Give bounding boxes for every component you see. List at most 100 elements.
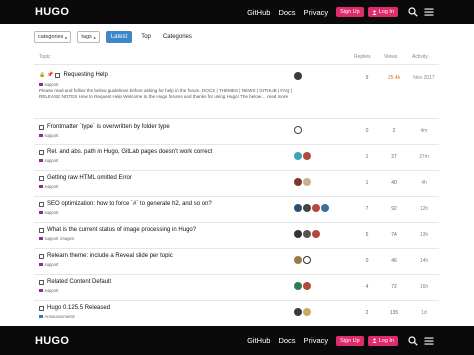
signup-button[interactable]: Sign Up — [336, 7, 364, 17]
checkbox-icon — [39, 279, 44, 285]
topic-category[interactable]: support — [39, 133, 58, 138]
topic-category[interactable]: support — [39, 184, 58, 189]
activity-time[interactable]: 13h — [412, 232, 436, 238]
topic-title-text[interactable]: Getting raw HTML omitted Error — [47, 175, 132, 181]
topic-title-text[interactable]: Frontmatter `type` is overwritten by fol… — [47, 124, 170, 130]
topic-title-text[interactable]: SEO optimization: how to force `#` to ge… — [47, 201, 212, 207]
avatar[interactable] — [303, 204, 311, 212]
checkbox-icon — [39, 124, 44, 130]
site-header-bottom: HUGO GitHub Docs Privacy Sign Up Log In — [0, 326, 474, 355]
topic-category[interactable]: support — [39, 262, 58, 267]
category-color-icon — [39, 262, 43, 267]
signup-button[interactable]: Sign Up — [336, 335, 364, 346]
activity-time[interactable]: 16h — [412, 284, 436, 290]
tag-label[interactable]: images — [60, 236, 74, 241]
topic-title-text[interactable]: Related Content Default — [47, 279, 111, 285]
row-divider — [34, 170, 439, 171]
category-label: support — [44, 133, 59, 138]
avatar[interactable] — [303, 230, 311, 238]
activity-time[interactable]: 12h — [412, 206, 436, 212]
avatar[interactable] — [294, 126, 302, 134]
avatar[interactable] — [303, 256, 311, 264]
avatar[interactable] — [294, 256, 302, 264]
table-row[interactable]: 🔒 📌 Requesting Help support Please read … — [34, 68, 439, 118]
activity-time[interactable]: 37m — [412, 154, 436, 160]
site-logo[interactable]: HUGO — [35, 335, 69, 347]
table-row[interactable]: SEO optimization: how to force `#` to ge… — [34, 199, 439, 221]
search-icon[interactable] — [408, 335, 418, 346]
activity-time[interactable]: 4h — [412, 180, 436, 186]
table-row[interactable]: Hugo 0.125.5 Released Announcements 2 13… — [34, 303, 439, 325]
tab-latest[interactable]: Latest — [105, 31, 133, 43]
site-logo[interactable]: HUGO — [35, 6, 69, 18]
topic-category[interactable]: support images — [39, 236, 74, 241]
avatar[interactable] — [294, 204, 302, 212]
activity-time[interactable]: 4m — [412, 128, 436, 134]
topic-title[interactable]: What is the current status of image proc… — [39, 227, 196, 233]
topic-column-header[interactable]: Topic — [39, 54, 51, 60]
avatar[interactable] — [294, 72, 302, 80]
hamburger-menu-icon[interactable] — [424, 336, 434, 346]
nav-privacy-link[interactable]: Privacy — [304, 8, 329, 17]
replies-column-header[interactable]: Replies — [354, 54, 371, 60]
views-column-header[interactable]: Views — [384, 54, 397, 60]
tab-top[interactable]: Top — [138, 31, 154, 43]
topic-title-text[interactable]: Relearn theme: include a Reveal slide pe… — [47, 253, 173, 259]
activity-column-header[interactable]: Activity — [412, 54, 428, 60]
topic-title-text[interactable]: Rel. and abs. path in Hugo, GitLab pages… — [47, 149, 212, 155]
search-icon[interactable] — [408, 7, 418, 17]
replies-count: 1 — [365, 154, 369, 160]
avatar[interactable] — [294, 178, 302, 186]
topic-title[interactable]: Rel. and abs. path in Hugo, GitLab pages… — [39, 149, 212, 155]
category-color-icon — [39, 184, 43, 189]
avatar[interactable] — [294, 152, 302, 160]
topic-title-text[interactable]: What is the current status of image proc… — [47, 227, 196, 233]
table-row[interactable]: Related Content Default support 4 72 16h — [34, 277, 439, 299]
avatar[interactable] — [303, 282, 311, 290]
topic-category[interactable]: support — [39, 210, 58, 215]
table-row[interactable]: Frontmatter `type` is overwritten by fol… — [34, 122, 439, 144]
avatar[interactable] — [312, 204, 320, 212]
table-row[interactable]: What is the current status of image proc… — [34, 225, 439, 247]
avatar[interactable] — [303, 178, 311, 186]
login-button[interactable]: Log In — [367, 335, 398, 346]
hamburger-menu-icon[interactable] — [424, 7, 434, 17]
views-count: 92 — [391, 206, 397, 212]
topic-title[interactable]: Frontmatter `type` is overwritten by fol… — [39, 124, 170, 130]
topic-title[interactable]: Related Content Default — [39, 279, 111, 285]
tab-categories[interactable]: Categories — [160, 31, 195, 43]
nav-github-link[interactable]: GitHub — [247, 8, 270, 17]
avatar[interactable] — [303, 308, 311, 316]
avatar[interactable] — [294, 230, 302, 238]
avatar[interactable] — [312, 230, 320, 238]
topic-title[interactable]: Hugo 0.125.5 Released — [39, 305, 110, 311]
topic-title-text[interactable]: Hugo 0.125.5 Released — [47, 305, 110, 311]
avatar[interactable] — [294, 308, 302, 316]
views-count: 25.4k — [387, 75, 401, 81]
table-row[interactable]: Rel. and abs. path in Hugo, GitLab pages… — [34, 147, 439, 169]
avatar[interactable] — [321, 204, 329, 212]
topic-title[interactable]: SEO optimization: how to force `#` to ge… — [39, 201, 212, 207]
login-button[interactable]: Log In — [367, 7, 398, 17]
avatar[interactable] — [303, 152, 311, 160]
activity-time[interactable]: 1d — [412, 310, 436, 316]
avatar[interactable] — [294, 282, 302, 290]
topic-title[interactable]: 🔒 📌 Requesting Help — [39, 72, 108, 78]
table-row[interactable]: Getting raw HTML omitted Error support 1… — [34, 173, 439, 195]
topic-category[interactable]: support — [39, 158, 58, 163]
topic-title[interactable]: Relearn theme: include a Reveal slide pe… — [39, 253, 173, 259]
topic-category[interactable]: support — [39, 82, 58, 87]
topic-category[interactable]: Announcements — [39, 314, 75, 319]
topic-title[interactable]: Getting raw HTML omitted Error — [39, 175, 132, 181]
nav-github-link[interactable]: GitHub — [247, 336, 270, 345]
nav-privacy-link[interactable]: Privacy — [304, 336, 329, 345]
topic-category[interactable]: support — [39, 288, 58, 293]
nav-docs-link[interactable]: Docs — [278, 8, 295, 17]
tags-dropdown[interactable]: tags ▸ — [77, 31, 100, 43]
categories-dropdown[interactable]: categories ▸ — [34, 31, 72, 43]
table-row[interactable]: Relearn theme: include a Reveal slide pe… — [34, 251, 439, 273]
activity-time[interactable]: Nov 2017 — [412, 75, 436, 81]
nav-docs-link[interactable]: Docs — [278, 336, 295, 345]
activity-time[interactable]: 14h — [412, 258, 436, 264]
topic-title-text[interactable]: Requesting Help — [63, 72, 107, 78]
